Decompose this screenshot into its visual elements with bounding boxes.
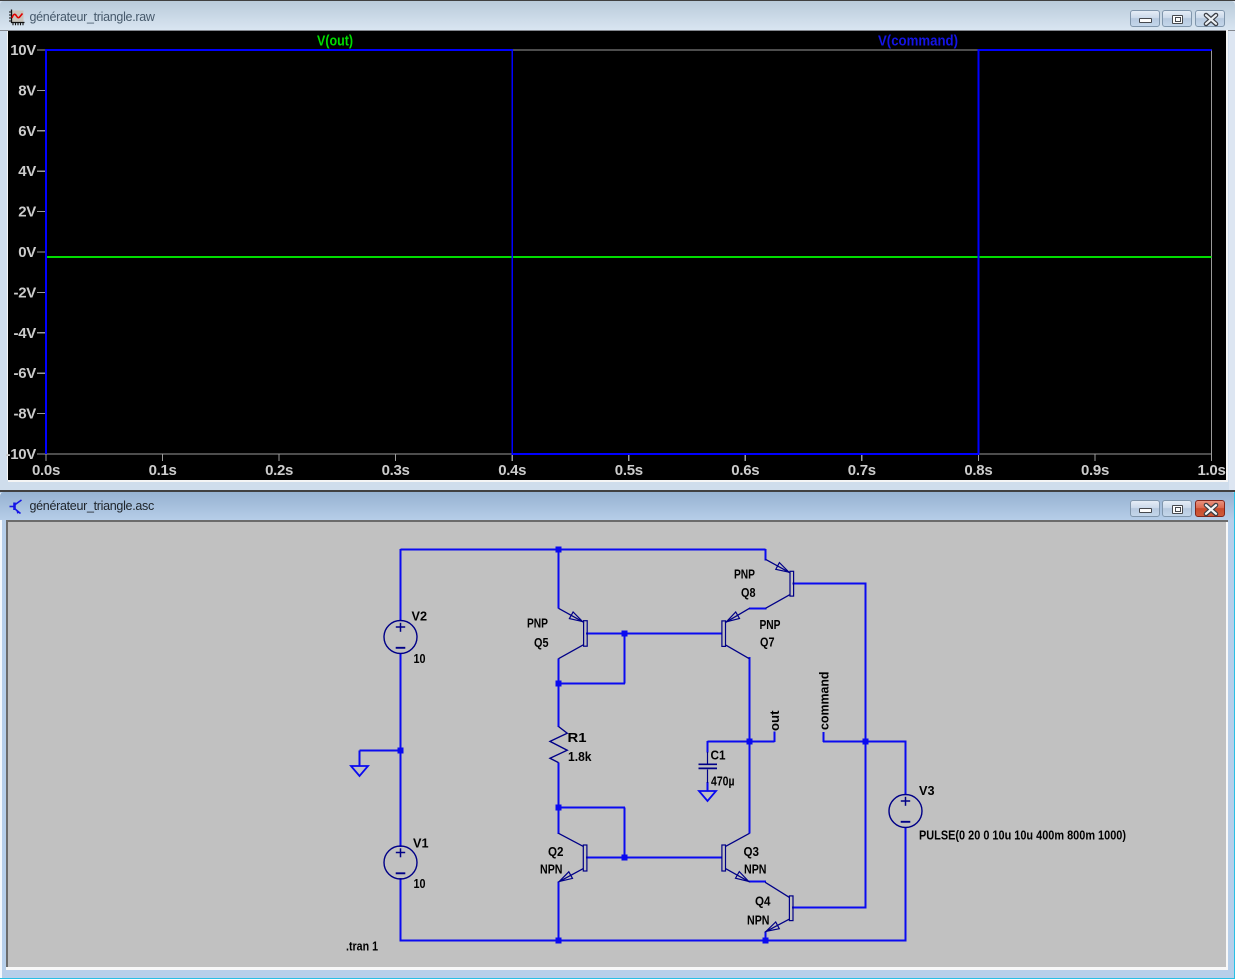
svg-text:470µ: 470µ	[711, 774, 735, 789]
svg-text:PNP: PNP	[527, 616, 548, 631]
svg-text:Q5: Q5	[534, 635, 549, 650]
svg-text:.tran 1: .tran 1	[346, 939, 378, 954]
svg-text:V1: V1	[413, 836, 429, 851]
svg-text:Q4: Q4	[755, 894, 771, 909]
svg-text:out: out	[767, 710, 782, 731]
svg-text:PNP: PNP	[734, 567, 755, 582]
svg-text:NPN: NPN	[747, 913, 770, 928]
svg-text:V3: V3	[919, 783, 935, 798]
svg-text:command: command	[817, 671, 832, 730]
svg-text:1.8k: 1.8k	[568, 749, 592, 764]
svg-text:Q8: Q8	[741, 585, 756, 600]
svg-text:Q7: Q7	[760, 635, 775, 650]
svg-text:V2: V2	[412, 609, 428, 624]
svg-text:NPN: NPN	[540, 862, 563, 877]
svg-text:R1: R1	[568, 730, 587, 745]
svg-text:Q3: Q3	[744, 844, 760, 859]
svg-text:10: 10	[414, 876, 426, 891]
svg-text:PULSE(0 20 0 10u 10u 400m 800m: PULSE(0 20 0 10u 10u 400m 800m 1000)	[919, 828, 1126, 843]
svg-text:PNP: PNP	[760, 617, 781, 632]
svg-text:NPN: NPN	[744, 862, 767, 877]
svg-text:10: 10	[414, 651, 426, 666]
svg-text:Q2: Q2	[548, 844, 564, 859]
svg-text:C1: C1	[711, 748, 726, 763]
